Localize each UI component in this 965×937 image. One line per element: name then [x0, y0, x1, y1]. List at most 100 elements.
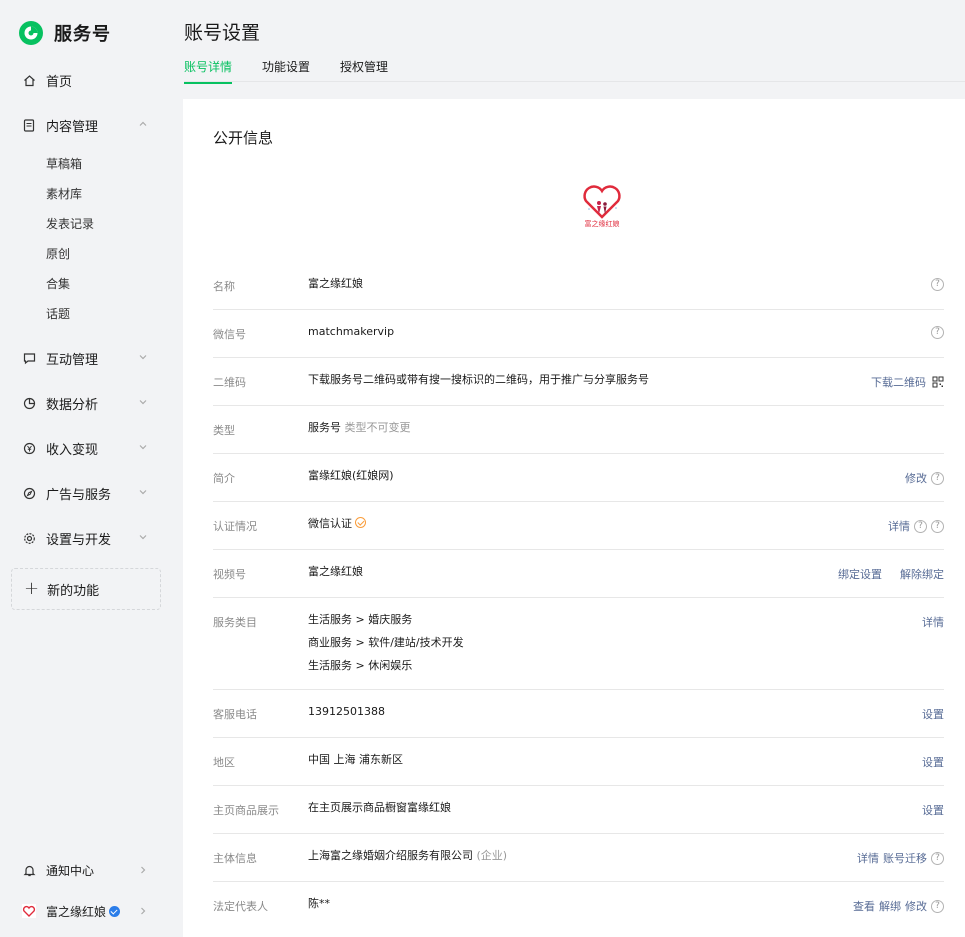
sidebar-item-label: 设置与开发 — [46, 532, 112, 548]
sidebar-item-label: 广告与服务 — [46, 487, 112, 503]
set-region-link[interactable]: 设置 — [922, 754, 944, 770]
chevron-right-icon — [141, 866, 146, 874]
home-icon — [22, 73, 36, 87]
help-icon[interactable]: ? — [931, 899, 944, 913]
row-value: 富之缘红娘 — [308, 277, 363, 290]
row-actions: ? — [931, 278, 944, 291]
row-value: 富之缘红娘 — [308, 565, 363, 578]
entity-details-link[interactable]: 详情 — [857, 850, 879, 866]
brand[interactable]: 服务号 — [18, 18, 111, 48]
view-legal-link[interactable]: 查看 — [853, 898, 875, 914]
tabs-divider — [184, 81, 965, 82]
row-phone: 客服电话 13912501388 设置 — [213, 703, 944, 738]
unbind-legal-link[interactable]: 解绑 — [879, 898, 901, 914]
sidebar-subitem-topics[interactable]: 话题 — [46, 305, 70, 323]
row-actions: 绑定设置 解除绑定 — [838, 566, 944, 582]
sidebar-item-home[interactable]: 首页 — [22, 68, 152, 92]
document-icon — [22, 118, 36, 132]
sidebar-item-content[interactable]: 内容管理 — [22, 113, 152, 137]
sidebar-item-label: 富之缘红娘 — [46, 904, 107, 919]
qrcode-icon[interactable] — [932, 376, 944, 388]
sidebar-item-label: 通知中心 — [46, 863, 95, 878]
category-line: 生活服务 > 休闲娱乐 — [308, 659, 413, 672]
help-icon[interactable]: ? — [931, 278, 944, 291]
account-migrate-link[interactable]: 账号迁移 — [883, 850, 927, 866]
sidebar-item-settings[interactable]: 设置与开发 — [22, 526, 152, 550]
help-icon[interactable]: ? — [914, 519, 927, 533]
bell-icon — [22, 863, 36, 877]
unbind-link[interactable]: 解除绑定 — [900, 566, 944, 582]
row-actions: 设置 — [922, 754, 944, 770]
sidebar-item-label: 首页 — [46, 74, 73, 90]
sidebar-item-label: 互动管理 — [46, 352, 99, 368]
bind-settings-link[interactable]: 绑定设置 — [838, 566, 882, 582]
row-entity: 主体信息 上海富之缘婚姻介绍服务有限公司 (企业) 详情 账号迁移 ? — [213, 847, 944, 882]
account-avatar[interactable]: 富之缘红娘 — [576, 179, 628, 231]
new-feature-button[interactable]: + 新的功能 — [11, 568, 161, 610]
row-label: 微信号 — [213, 328, 246, 341]
avatar-text: 富之缘红娘 — [585, 219, 620, 228]
row-actions: 下载二维码 — [871, 374, 944, 390]
row-wechat-id: 微信号 matchmakervip ? — [213, 323, 944, 358]
page-title: 账号设置 — [184, 22, 261, 44]
row-actions: 详情 账号迁移 ? — [857, 850, 944, 866]
row-actions: 设置 — [922, 802, 944, 818]
row-certification: 认证情况 微信认证 详情 ? ? — [213, 515, 944, 550]
sidebar-item-notifications[interactable]: 通知中心 — [22, 859, 152, 881]
sidebar-subitem-drafts[interactable]: 草稿箱 — [46, 155, 82, 173]
sidebar-item-ads[interactable]: 广告与服务 — [22, 481, 152, 505]
sidebar-subitem-collections[interactable]: 合集 — [46, 275, 70, 293]
download-qrcode-link[interactable]: 下载二维码 — [871, 374, 926, 390]
category-details-link[interactable]: 详情 — [922, 614, 944, 630]
help-icon[interactable]: ? — [931, 471, 944, 485]
public-info-card: 公开信息 富之缘红娘 名称 富之缘红娘 ? 微信号 matchmakervip … — [183, 99, 965, 937]
row-actions: 详情 ? ? — [888, 518, 944, 534]
cert-details-link[interactable]: 详情 — [888, 518, 910, 534]
verified-badge-icon — [109, 905, 121, 917]
category-line: 商业服务 > 软件/建站/技术开发 — [308, 636, 464, 649]
sidebar-subitem-original[interactable]: 原创 — [46, 245, 70, 263]
help-icon[interactable]: ? — [931, 851, 944, 865]
chevron-down-icon — [139, 400, 147, 405]
verified-check-icon — [355, 517, 366, 528]
new-feature-label: 新的功能 — [47, 583, 100, 599]
edit-intro-link[interactable]: 修改 — [905, 470, 927, 486]
row-legal-rep: 法定代表人 陈** 查看 解绑 修改 ? — [213, 895, 944, 930]
section-title: 公开信息 — [213, 129, 274, 147]
row-channels: 视频号 富之缘红娘 绑定设置 解除绑定 — [213, 563, 944, 598]
row-value: 中国 上海 浦东新区 — [308, 753, 403, 766]
row-label: 简介 — [213, 472, 235, 485]
row-label: 视频号 — [213, 568, 246, 581]
sidebar-item-analytics[interactable]: 数据分析 — [22, 391, 152, 415]
sidebar-subitem-materials[interactable]: 素材库 — [46, 185, 82, 203]
row-actions: ? — [931, 326, 944, 339]
wechat-service-logo-icon — [19, 21, 43, 45]
row-label: 服务类目 — [213, 616, 257, 629]
set-shop-link[interactable]: 设置 — [922, 802, 944, 818]
row-actions: 查看 解绑 修改 ? — [853, 898, 944, 914]
sidebar-subitem-publish-records[interactable]: 发表记录 — [46, 215, 94, 233]
pie-chart-icon — [22, 396, 36, 410]
avatar-logo: 富之缘红娘 — [576, 179, 628, 231]
sidebar-item-label: 数据分析 — [46, 397, 99, 413]
row-intro: 简介 富缘红娘(红娘网) 修改 ? — [213, 467, 944, 502]
account-avatar-icon — [22, 904, 36, 918]
set-phone-link[interactable]: 设置 — [922, 706, 944, 722]
row-type: 类型 服务号 类型不可变更 — [213, 419, 944, 454]
gear-icon — [22, 531, 36, 545]
row-value: 下载服务号二维码或带有搜一搜标识的二维码，用于推广与分享服务号 — [308, 373, 649, 386]
plus-icon: + — [24, 578, 40, 599]
row-name: 名称 富之缘红娘 ? — [213, 275, 944, 310]
row-actions: 详情 — [922, 614, 944, 630]
sidebar-item-revenue[interactable]: 收入变现 — [22, 436, 152, 460]
row-label: 地区 — [213, 756, 235, 769]
help-icon[interactable]: ? — [931, 326, 944, 339]
row-label: 二维码 — [213, 376, 246, 389]
edit-legal-link[interactable]: 修改 — [905, 898, 927, 914]
sidebar-item-interact[interactable]: 互动管理 — [22, 346, 152, 370]
sidebar-item-account[interactable]: 富之缘红娘 — [22, 900, 152, 922]
chevron-down-icon — [139, 535, 147, 540]
row-label: 法定代表人 — [213, 900, 268, 913]
chevron-right-icon — [141, 907, 146, 915]
help-icon[interactable]: ? — [931, 519, 944, 533]
